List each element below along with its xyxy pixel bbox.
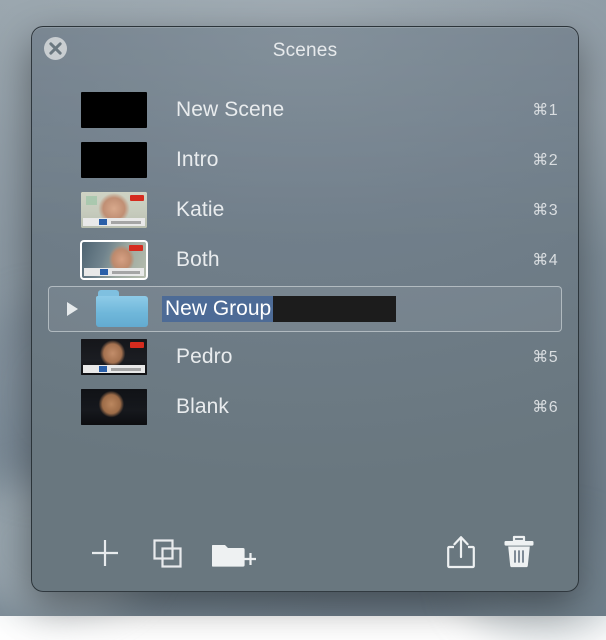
scene-group-row[interactable]: New Group (48, 286, 562, 332)
scene-row[interactable]: New Scene ⌘1 (32, 85, 578, 135)
live-badge (130, 195, 144, 201)
scene-thumbnail (81, 142, 147, 178)
trash-icon (502, 533, 536, 569)
share-button[interactable] (446, 535, 476, 569)
folder-plus-icon (212, 537, 256, 569)
scene-thumbnail-wrap (80, 191, 148, 229)
live-badge (129, 245, 143, 251)
disclosure-triangle-icon[interactable] (67, 302, 78, 316)
scene-name-label: Intro (176, 148, 532, 172)
bottom-toolbar (32, 513, 578, 591)
scene-thumbnail-wrap (80, 388, 148, 426)
scene-thumbnail-wrap (80, 241, 148, 279)
thumbnail-image-webcam (81, 339, 147, 375)
lower-third-text (111, 221, 141, 224)
scene-shortcut-label: ⌘5 (532, 347, 558, 367)
scene-row[interactable]: Pedro ⌘5 (32, 332, 578, 382)
folder-icon (96, 290, 148, 328)
delete-button[interactable] (502, 533, 536, 569)
lower-third-banner (84, 268, 144, 276)
thumbnail-image-black (81, 92, 147, 128)
panel-titlebar: Scenes (32, 27, 578, 75)
lower-third-text (112, 271, 140, 274)
scene-list: New Scene ⌘1 Intro ⌘2 (32, 85, 578, 485)
new-group-button[interactable] (212, 537, 256, 569)
page-title: Scenes (32, 40, 578, 62)
scenes-panel: Scenes New Scene ⌘1 Intro ⌘2 (31, 26, 579, 592)
scene-row[interactable]: Katie ⌘3 (32, 185, 578, 235)
scene-name-label: Pedro (176, 345, 532, 369)
scene-row[interactable]: Intro ⌘2 (32, 135, 578, 185)
thumbnail-image-black (81, 142, 147, 178)
scene-shortcut-label: ⌘1 (532, 100, 558, 120)
scene-shortcut-label: ⌘2 (532, 150, 558, 170)
thumbnail-image-webcam (82, 242, 146, 278)
scene-name-label: New Scene (176, 98, 532, 122)
scene-thumbnail (81, 92, 147, 128)
lower-third-logo (99, 366, 107, 372)
scene-name-label: Both (176, 248, 532, 272)
scene-row[interactable]: Both ⌘4 (32, 235, 578, 285)
scene-shortcut-label: ⌘3 (532, 200, 558, 220)
scene-thumbnail (81, 339, 147, 375)
group-name-input[interactable]: New Group (162, 296, 396, 322)
webcam-frame (81, 389, 147, 425)
thumbnail-image-webcam (81, 389, 147, 425)
lower-third-banner (83, 218, 145, 226)
lower-third-logo (99, 219, 107, 225)
scene-name-label: Blank (176, 395, 532, 419)
thumbnail-image-webcam (81, 192, 147, 228)
scene-name-label: Katie (176, 198, 532, 222)
scene-row[interactable]: Blank ⌘6 (32, 382, 578, 432)
scene-shortcut-label: ⌘4 (532, 250, 558, 270)
lower-third-logo (100, 269, 108, 275)
group-name-selected-text: New Group (162, 296, 273, 322)
scene-shortcut-label: ⌘6 (532, 397, 558, 417)
folder-body (96, 296, 148, 327)
share-upload-icon (446, 535, 476, 569)
live-badge (130, 342, 144, 348)
scene-thumbnail-wrap (80, 91, 148, 129)
duplicate-squares-icon (151, 537, 183, 569)
scene-thumbnail (81, 192, 147, 228)
scene-thumbnail (81, 389, 147, 425)
lower-third-text (111, 368, 141, 371)
scene-thumbnail-wrap (80, 338, 148, 376)
scene-thumbnail-selected (80, 240, 148, 280)
plus-icon (89, 537, 121, 569)
scene-thumbnail-wrap (80, 141, 148, 179)
add-scene-button[interactable] (89, 537, 121, 569)
lower-third-banner (83, 365, 145, 373)
duplicate-scene-button[interactable] (151, 537, 183, 569)
